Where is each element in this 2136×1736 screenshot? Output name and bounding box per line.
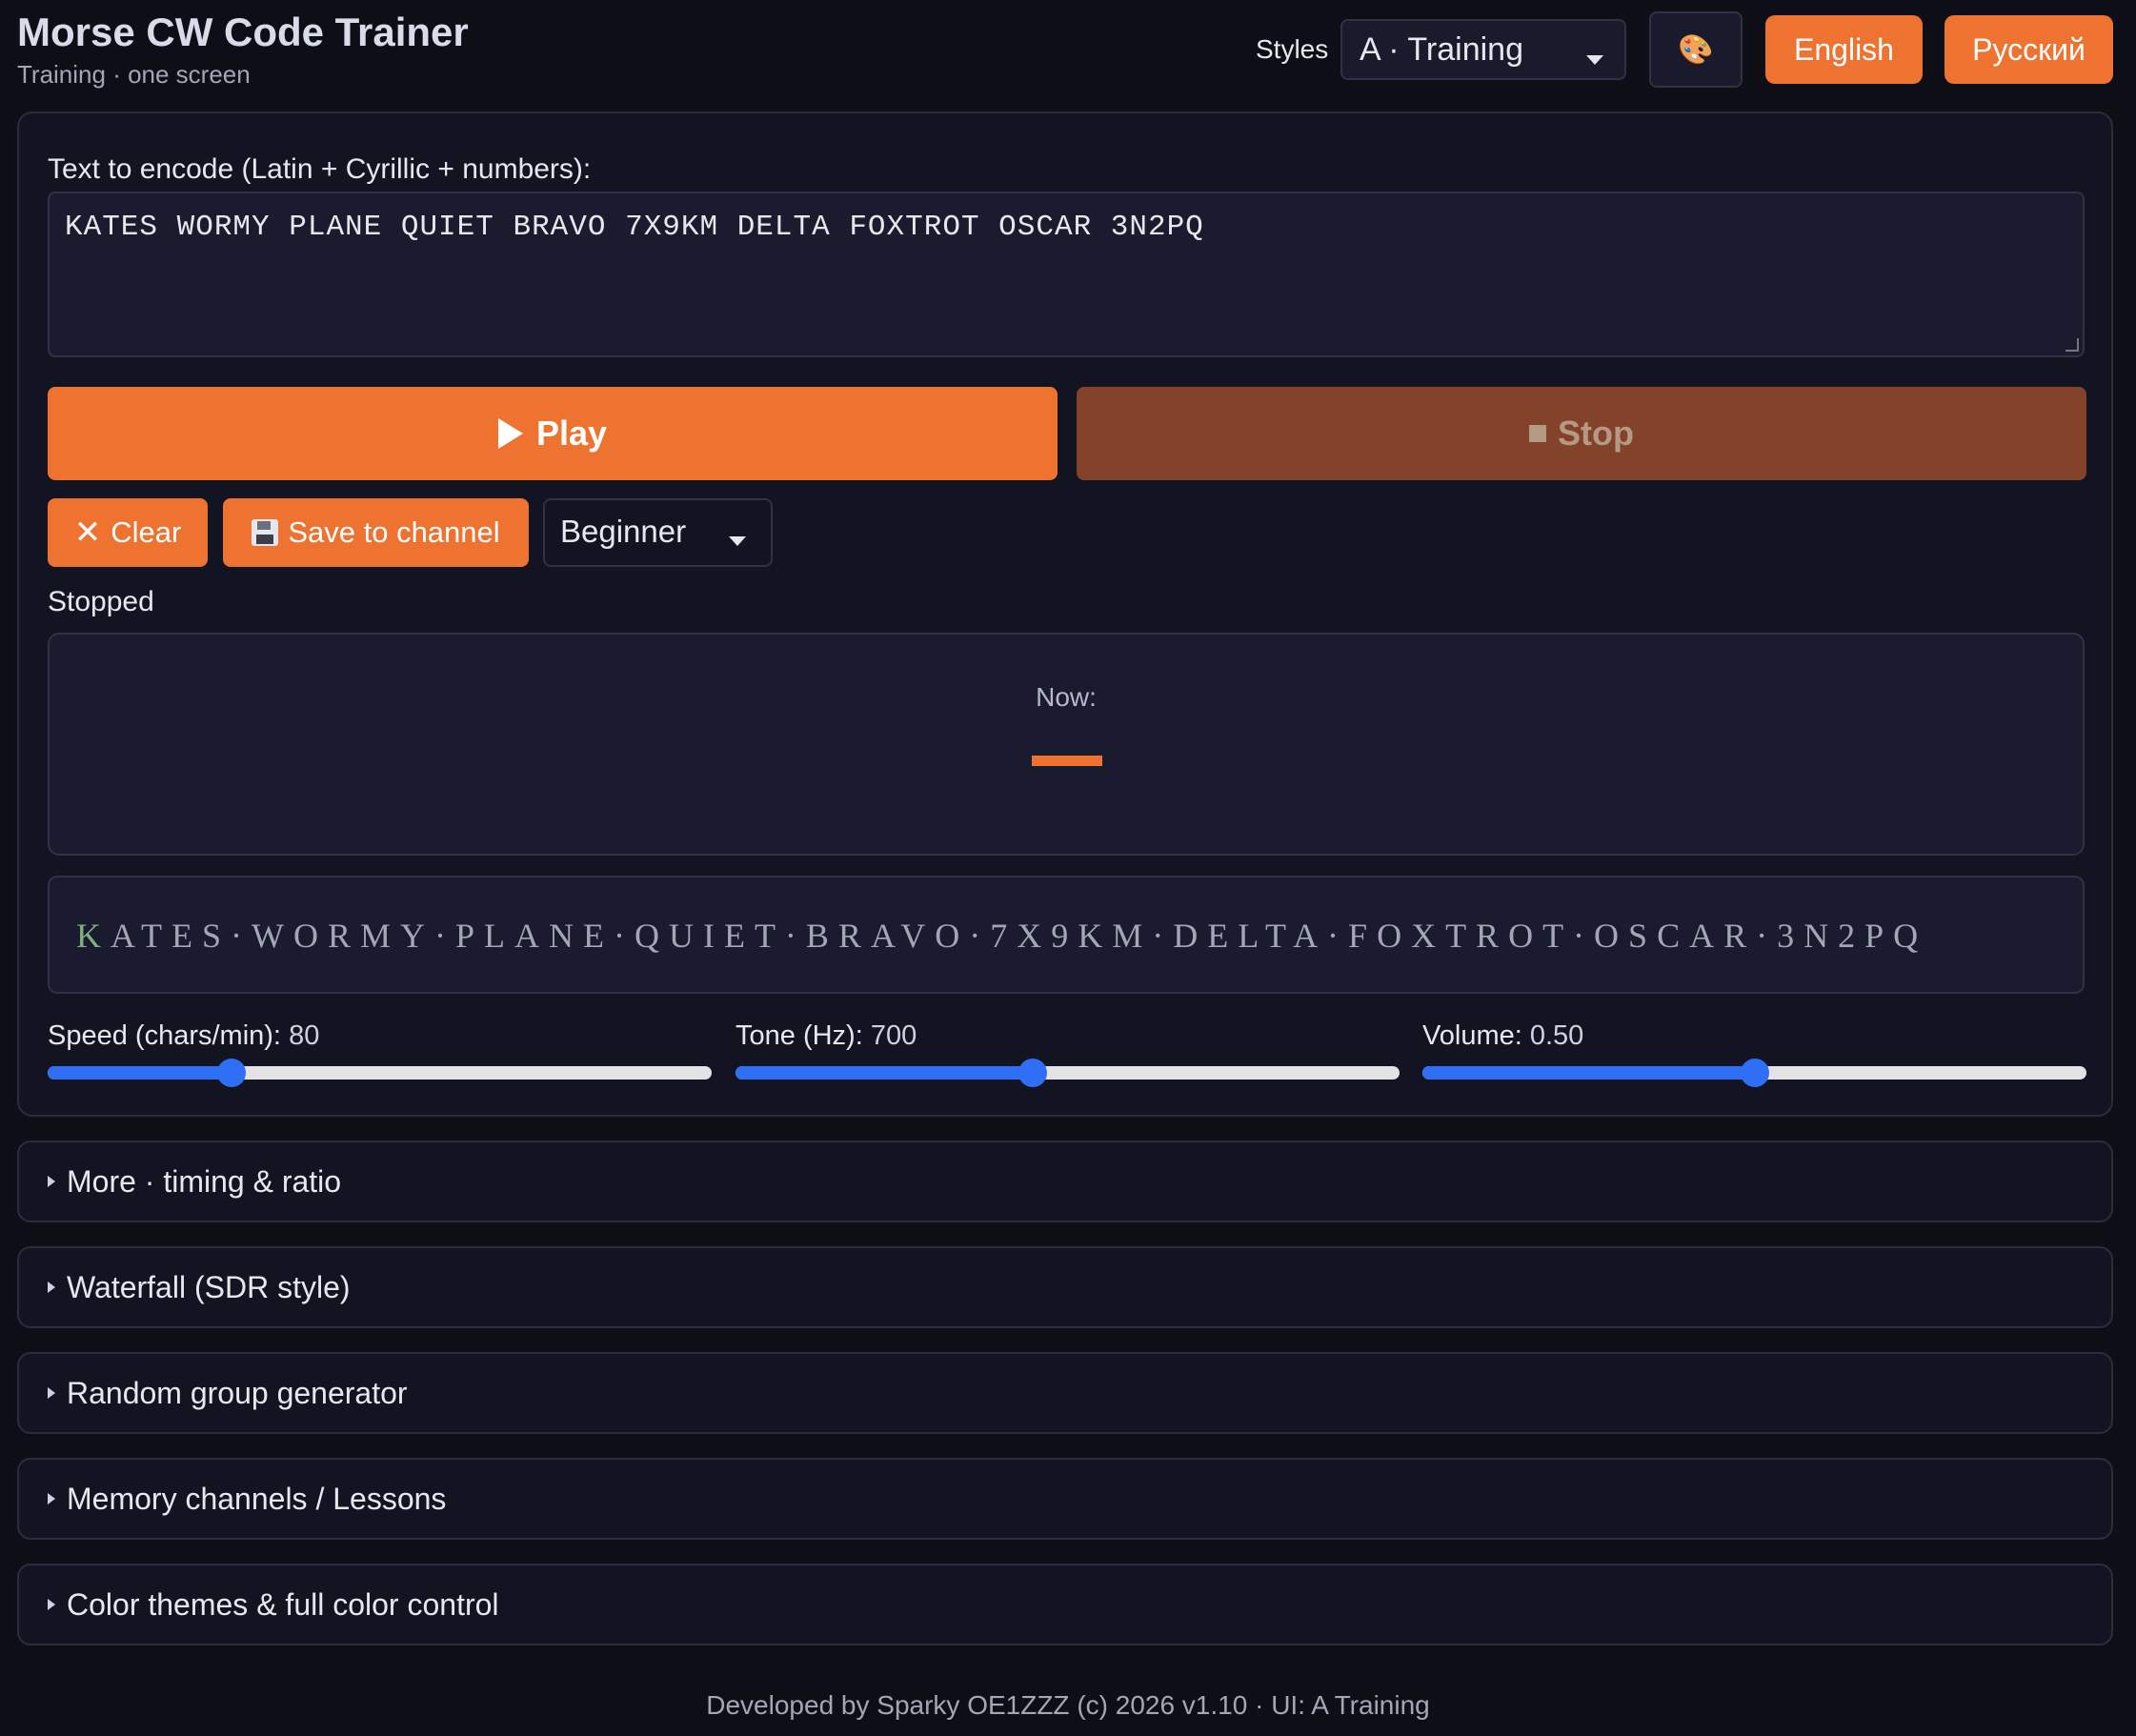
section-random-groups[interactable]: Random group generator (17, 1352, 2113, 1434)
section-label: Waterfall (SDR style) (67, 1269, 351, 1304)
stop-icon (1529, 425, 1546, 442)
section-color-themes[interactable]: Color themes & full color control (17, 1564, 2113, 1645)
section-timing[interactable]: More · timing & ratio (17, 1141, 2113, 1222)
text-input-label: Text to encode (Latin + Cyrillic + numbe… (48, 153, 592, 185)
style-select[interactable]: A · Training (1340, 19, 1626, 80)
morse-dash-indicator (1032, 756, 1102, 766)
app-subtitle: Training · one screen (17, 60, 251, 89)
tone-label-text: Tone (Hz): (736, 1020, 863, 1051)
play-icon (497, 418, 523, 449)
main-card: Text to encode (Latin + Cyrillic + numbe… (17, 111, 2113, 1117)
volume-slider-thumb[interactable] (1740, 1059, 1769, 1087)
chevron-down-icon (729, 536, 746, 546)
tone-slider[interactable] (736, 1059, 1400, 1087)
section-waterfall[interactable]: Waterfall (SDR style) (17, 1246, 2113, 1328)
section-memory-channels[interactable]: Memory channels / Lessons (17, 1458, 2113, 1540)
speed-slider[interactable] (48, 1059, 712, 1087)
tone-slider-thumb[interactable] (1018, 1059, 1047, 1087)
english-button[interactable]: English (1765, 15, 1923, 84)
progress-panel: KATES·WORMY·PLANE·QUIET·BRAVO·7X9KM·DELT… (48, 876, 2085, 994)
tone-label: Tone (Hz): 700 (736, 1020, 917, 1052)
disclosure-triangle-icon (48, 1493, 55, 1504)
stop-label: Stop (1558, 414, 1634, 453)
text-input[interactable]: KATES WORMY PLANE QUIET BRAVO 7X9KM DELT… (48, 192, 2085, 357)
speed-slider-thumb[interactable] (217, 1059, 247, 1087)
speed-label: Speed (chars/min): 80 (48, 1020, 319, 1052)
disclosure-triangle-icon (48, 1176, 55, 1187)
tone-slider-fill (736, 1066, 1033, 1080)
clear-label: Clear (111, 515, 182, 549)
section-label: More · timing & ratio (67, 1163, 342, 1199)
disclosure-triangle-icon (48, 1387, 55, 1399)
volume-value: 0.50 (1529, 1020, 1584, 1051)
floppy-disk-icon (252, 519, 279, 546)
section-label: Memory channels / Lessons (67, 1481, 447, 1516)
footer: Developed by Sparky OE1ZZZ (c) 2026 v1.1… (706, 1690, 1430, 1720)
tone-value: 700 (870, 1020, 917, 1051)
speed-slider-fill (48, 1066, 232, 1080)
russian-button[interactable]: Русский (1945, 15, 2113, 84)
resize-handle-icon[interactable] (2065, 338, 2079, 352)
volume-slider[interactable] (1422, 1059, 2086, 1087)
section-label: Random group generator (67, 1375, 408, 1410)
close-icon: ✕ (73, 515, 102, 551)
app-title: Morse CW Code Trainer (17, 10, 469, 54)
now-label: Now: (1036, 682, 1097, 712)
disclosure-triangle-icon (48, 1599, 55, 1610)
text-input-value: KATES WORMY PLANE QUIET BRAVO 7X9KM DELT… (65, 211, 1204, 244)
save-to-channel-button[interactable]: Save to channel (223, 498, 529, 567)
now-panel: Now: (48, 633, 2085, 856)
styles-label: Styles (1256, 34, 1329, 64)
section-label: Color themes & full color control (67, 1586, 499, 1622)
volume-label-text: Volume: (1422, 1020, 1522, 1051)
clear-button[interactable]: ✕ Clear (48, 498, 208, 567)
progress-remaining: ATES·WORMY·PLANE·QUIET·BRAVO·7X9KM·DELTA… (111, 917, 1928, 955)
chevron-down-icon (1586, 55, 1603, 65)
page: Morse CW Code Trainer Training · one scr… (0, 0, 2136, 1736)
palette-button[interactable]: 🎨 (1649, 11, 1743, 88)
level-select[interactable]: Beginner (543, 498, 773, 567)
play-label: Play (535, 414, 608, 453)
volume-label: Volume: 0.50 (1422, 1020, 1583, 1052)
palette-icon: 🎨 (1678, 33, 1714, 66)
stop-button[interactable]: Stop (1077, 387, 2086, 480)
progress-done: K (76, 917, 111, 955)
playback-status: Stopped (48, 586, 154, 617)
level-select-value: Beginner (560, 514, 687, 549)
speed-value: 80 (289, 1020, 320, 1051)
play-button[interactable]: Play (48, 387, 1058, 480)
disclosure-triangle-icon (48, 1282, 55, 1293)
progress-text: KATES·WORMY·PLANE·QUIET·BRAVO·7X9KM·DELT… (76, 916, 1927, 956)
save-label: Save to channel (288, 515, 500, 549)
speed-label-text: Speed (chars/min): (48, 1020, 281, 1051)
volume-slider-fill (1422, 1066, 1755, 1080)
style-select-value: A · Training (1360, 31, 1523, 68)
